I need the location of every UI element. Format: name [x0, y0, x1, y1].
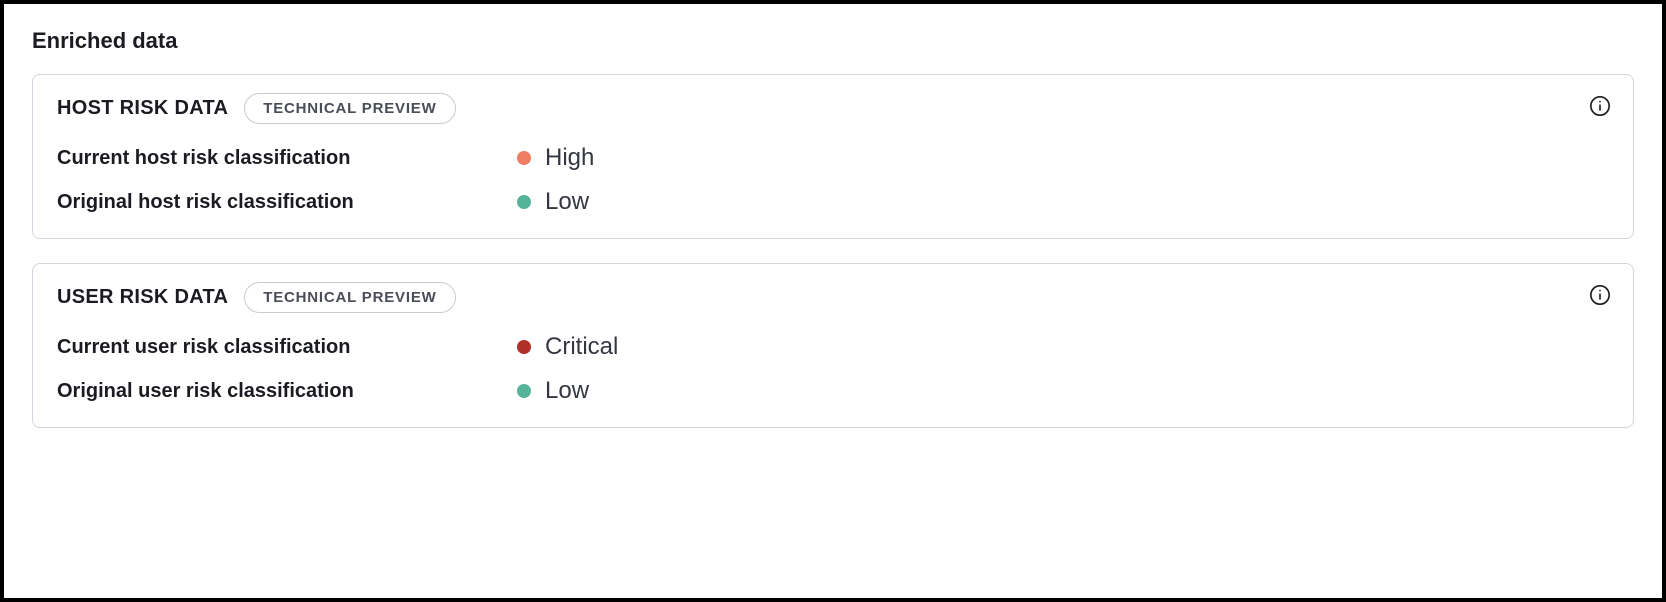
row-label: Original user risk classification [57, 380, 517, 403]
value-text: High [545, 144, 594, 172]
row-label: Current user risk classification [57, 336, 517, 359]
value-text: Low [545, 188, 589, 216]
status-dot [517, 195, 531, 209]
panel-title: USER RISK DATA [57, 286, 228, 309]
status-dot [517, 151, 531, 165]
panel-header: USER RISK DATA TECHNICAL PREVIEW [57, 282, 1609, 313]
row-label: Current host risk classification [57, 147, 517, 170]
status-dot [517, 340, 531, 354]
panel-header: HOST RISK DATA TECHNICAL PREVIEW [57, 93, 1609, 124]
row-value: High [517, 144, 594, 172]
value-text: Critical [545, 333, 618, 361]
row-current-user-risk: Current user risk classification Critica… [57, 333, 1609, 361]
info-icon[interactable] [1589, 95, 1611, 117]
row-value: Low [517, 377, 589, 405]
host-risk-panel: HOST RISK DATA TECHNICAL PREVIEW Current… [32, 74, 1634, 239]
row-label: Original host risk classification [57, 191, 517, 214]
section-title: Enriched data [32, 28, 1634, 54]
row-value: Critical [517, 333, 618, 361]
row-value: Low [517, 188, 589, 216]
technical-preview-badge: TECHNICAL PREVIEW [244, 282, 455, 313]
info-icon[interactable] [1589, 284, 1611, 306]
panel-title: HOST RISK DATA [57, 97, 228, 120]
row-original-user-risk: Original user risk classification Low [57, 377, 1609, 405]
status-dot [517, 384, 531, 398]
row-current-host-risk: Current host risk classification High [57, 144, 1609, 172]
technical-preview-badge: TECHNICAL PREVIEW [244, 93, 455, 124]
user-risk-panel: USER RISK DATA TECHNICAL PREVIEW Current… [32, 263, 1634, 428]
row-original-host-risk: Original host risk classification Low [57, 188, 1609, 216]
value-text: Low [545, 377, 589, 405]
